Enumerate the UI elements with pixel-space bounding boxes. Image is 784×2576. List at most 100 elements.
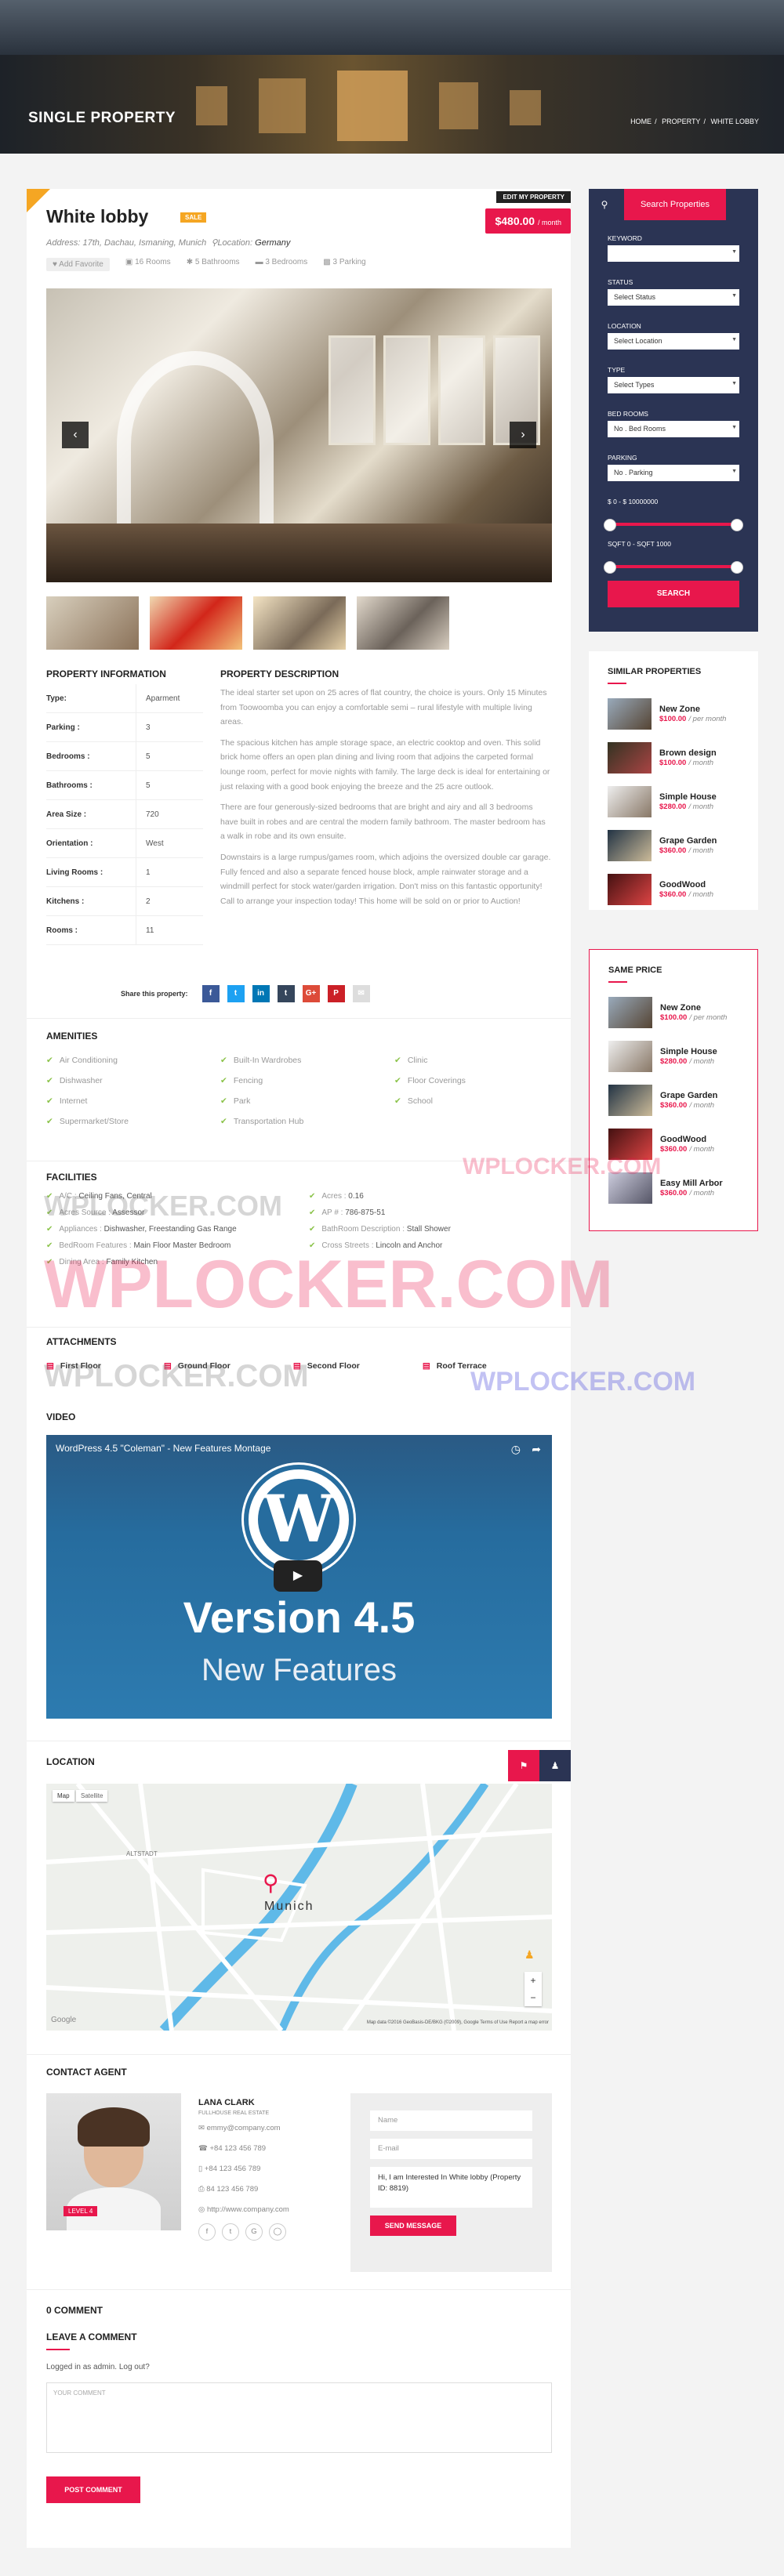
facility-item: ✔ Dining Area : Family Kitchen xyxy=(46,1258,158,1266)
check-icon: ✔ xyxy=(220,1096,227,1106)
property-title: White lobby xyxy=(46,206,149,226)
amenity-item: ✔ Supermarket/Store xyxy=(46,1117,129,1126)
facility-item: ✔ Acres Source : Assessor xyxy=(46,1208,145,1217)
price-range-slider[interactable] xyxy=(604,519,743,531)
car-icon: ▩ xyxy=(323,258,331,266)
check-icon: ✔ xyxy=(46,1056,53,1065)
globe-icon: ◎ xyxy=(198,2205,205,2214)
search-icon[interactable]: ⚲ xyxy=(589,189,620,220)
map-type-map[interactable]: Map xyxy=(53,1790,74,1802)
thumbnail[interactable] xyxy=(46,596,139,650)
tumblr-icon[interactable]: t xyxy=(277,985,295,1002)
breadcrumb-home[interactable]: HOME xyxy=(630,118,652,125)
facility-item: ✔ BedRoom Features : Main Floor Master Be… xyxy=(46,1241,231,1250)
keyword-input[interactable] xyxy=(608,245,739,262)
bedrooms-select[interactable]: No . Bed Rooms xyxy=(608,421,739,437)
attachment-link[interactable]: ▤ Roof Terrace xyxy=(423,1361,487,1371)
same-price-item[interactable]: New Zone $100.00 / per month xyxy=(608,991,739,1034)
baths-count: ✱ 5 Bathrooms xyxy=(186,258,240,266)
wordpress-logo-icon: W xyxy=(244,1465,354,1574)
attachment-link[interactable]: ▤ Second Floor xyxy=(293,1361,360,1371)
clock-icon[interactable]: ◷ xyxy=(511,1443,521,1456)
map-marker-icon[interactable]: ⚲ xyxy=(263,1870,279,1896)
edit-property-button[interactable]: EDIT MY PROPERTY xyxy=(496,191,571,203)
property-information: PROPERTY INFORMATION Type: Aparment Parki… xyxy=(46,668,203,945)
leave-comment-heading: LEAVE A COMMENT xyxy=(46,2331,137,2342)
similar-item[interactable]: Brown design $100.00 / month xyxy=(608,736,739,780)
search-button[interactable]: SEARCH xyxy=(608,581,739,607)
location-map[interactable]: Map Satellite ALTSTADT ⚲ Munich + − ♟ Goo… xyxy=(46,1784,552,2031)
sqft-range-slider[interactable] xyxy=(604,561,743,574)
facebook-icon[interactable]: f xyxy=(198,2223,216,2241)
map-type-satellite[interactable]: Satellite xyxy=(76,1790,108,1802)
amenity-item: ✔ Internet xyxy=(46,1096,88,1106)
check-icon: ✔ xyxy=(46,1076,53,1085)
name-field[interactable]: Name xyxy=(370,2110,532,2131)
breadcrumb: HOME / PROPERTY / WHITE LOBBY xyxy=(630,118,759,125)
info-row: Bathrooms :5 xyxy=(46,771,203,800)
street-view-icon[interactable]: ♟ xyxy=(539,1750,571,1781)
same-price-item[interactable]: Grape Garden $360.00 / month xyxy=(608,1078,739,1122)
thumbnail[interactable] xyxy=(253,596,346,650)
attachment-link[interactable]: ▤ First Floor xyxy=(46,1361,101,1371)
play-button[interactable]: ▶ xyxy=(274,1560,322,1592)
pinterest-icon[interactable]: P xyxy=(327,985,345,1002)
heart-icon: ♥ xyxy=(53,260,57,269)
thumbnail[interactable] xyxy=(357,596,449,650)
info-row: Bedrooms :5 xyxy=(46,742,203,771)
facility-item: ✔ Appliances : Dishwasher, Freestanding G… xyxy=(46,1225,237,1234)
message-field[interactable]: Hi, I am Interested In White lobby (Prop… xyxy=(370,2167,532,2208)
similar-item[interactable]: New Zone $100.00 / per month xyxy=(608,692,739,736)
similar-item[interactable]: Simple House $280.00 / month xyxy=(608,780,739,824)
comment-textarea[interactable]: YOUR COMMENT xyxy=(46,2382,552,2453)
attachment-link[interactable]: ▤ Ground Floor xyxy=(164,1361,230,1371)
twitter-icon[interactable]: t xyxy=(227,985,245,1002)
post-comment-button[interactable]: POST COMMENT xyxy=(46,2476,140,2503)
linkedin-icon[interactable]: in xyxy=(252,985,270,1002)
type-select[interactable]: Select Types xyxy=(608,377,739,393)
twitter-icon[interactable]: t xyxy=(222,2223,239,2241)
map-footer: Map data ©2016 GeoBasis-DE/BKG (©2009), … xyxy=(366,2020,549,2025)
googleplus-icon[interactable]: G xyxy=(245,2223,263,2241)
similar-item[interactable]: Grape Garden $360.00 / month xyxy=(608,824,739,868)
status-select[interactable]: Select Status xyxy=(608,289,739,306)
logged-in-text[interactable]: Logged in as admin. Log out? xyxy=(46,2363,552,2371)
parking-count: ▩ 3 Parking xyxy=(323,258,366,266)
amenity-item: ✔ Built-In Wardrobes xyxy=(220,1056,302,1065)
thumbnail[interactable] xyxy=(150,596,242,650)
same-price-item[interactable]: Simple House $280.00 / month xyxy=(608,1034,739,1078)
same-price-item[interactable]: Easy Mill Arbor $360.00 / month xyxy=(608,1166,739,1210)
facility-item: ✔ BathRoom Description : Stall Shower xyxy=(309,1225,451,1234)
similar-item[interactable]: GoodWood $360.00 / month xyxy=(608,868,739,911)
share-icon[interactable]: ➦ xyxy=(532,1443,541,1456)
parking-select[interactable]: No . Parking xyxy=(608,465,739,481)
info-row: Kitchens :2 xyxy=(46,887,203,916)
search-tab[interactable]: Search Properties xyxy=(624,189,726,220)
zoom-controls[interactable]: + − xyxy=(524,1972,542,2006)
check-icon: ✔ xyxy=(46,1117,53,1126)
same-price-item[interactable]: GoodWood $360.00 / month xyxy=(608,1122,739,1166)
facebook-icon[interactable]: f xyxy=(201,985,220,1002)
hero-banner: SINGLE PROPERTY HOME / PROPERTY / WHITE LO… xyxy=(0,0,784,154)
check-icon: ✔ xyxy=(220,1076,227,1085)
same-price: SAME PRICE New Zone $100.00 / per month S… xyxy=(589,949,758,1231)
instagram-icon[interactable]: ◯ xyxy=(269,2223,286,2241)
send-message-button[interactable]: SEND MESSAGE xyxy=(370,2216,456,2236)
breadcrumb-property[interactable]: PROPERTY xyxy=(662,118,700,125)
gallery-prev-button[interactable]: ‹ xyxy=(62,422,89,448)
facility-item: ✔ AP # : 786-875-51 xyxy=(309,1208,386,1217)
add-favorite-button[interactable]: ♥ Add Favorite xyxy=(46,258,110,271)
video-player[interactable]: WordPress 4.5 "Coleman" - New Features M… xyxy=(46,1435,552,1719)
gallery-next-button[interactable]: › xyxy=(510,422,536,448)
email-field[interactable]: E-mail xyxy=(370,2139,532,2159)
location-select[interactable]: Select Location xyxy=(608,333,739,350)
check-icon: ✔ xyxy=(394,1096,401,1106)
video-heading: VIDEO xyxy=(46,1411,76,1422)
fax-icon: ⎙ xyxy=(198,2185,205,2194)
pegman-icon[interactable]: ♟ xyxy=(524,1948,535,1962)
googleplus-icon[interactable]: G+ xyxy=(302,985,320,1002)
facilities-section: FACILITIES ✔ A/C : Ceiling Fans, Central … xyxy=(46,1172,552,1266)
info-row: Area Size :720 xyxy=(46,800,203,829)
email-icon[interactable]: ✉ xyxy=(352,985,370,1002)
map-view-icon[interactable]: ⚑ xyxy=(508,1750,539,1781)
